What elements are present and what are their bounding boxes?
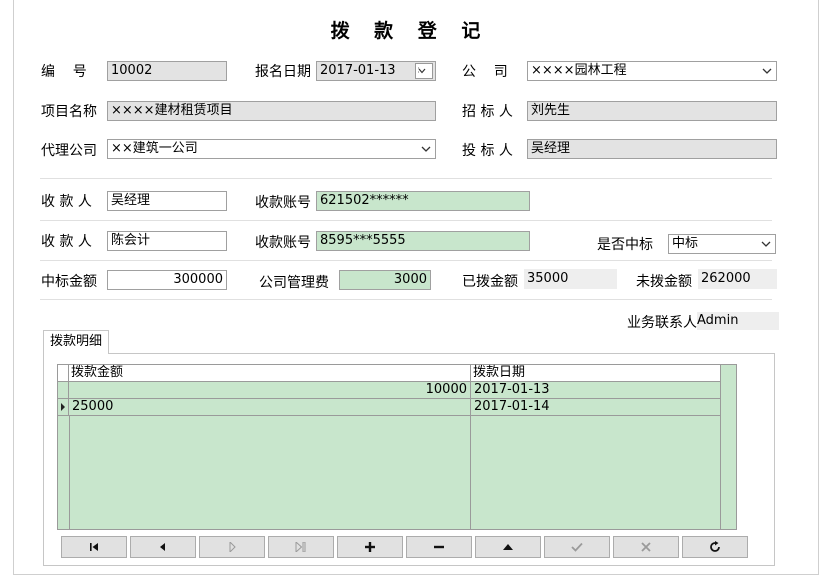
gongsi-label: 公 司 xyxy=(462,64,508,80)
cancel-record-button[interactable] xyxy=(613,536,679,558)
shoukuan1-label: 收 款 人 xyxy=(41,194,92,210)
divider xyxy=(40,260,772,261)
row-indicator[interactable] xyxy=(58,382,69,399)
data-grid[interactable]: 拨款金额 拨款日期 10000 2017-01-13 25000 2017-01… xyxy=(57,364,737,530)
next-record-button[interactable] xyxy=(199,536,265,558)
zhanghao1-label: 收款账号 xyxy=(255,195,311,211)
zhanghao1-field[interactable]: 621502****** xyxy=(316,191,530,211)
last-icon xyxy=(295,542,306,552)
first-icon xyxy=(90,543,98,551)
delete-icon xyxy=(434,545,444,549)
daili-label: 代理公司 xyxy=(41,143,97,159)
zhanghao2-label: 收款账号 xyxy=(255,235,311,251)
table-cell-date[interactable]: 2017-01-14 xyxy=(471,399,721,416)
chevron-down-icon xyxy=(759,237,773,251)
lianxiren-value: Admin xyxy=(697,312,779,330)
baoming-date-value: 2017-01-13 xyxy=(320,63,396,78)
divider xyxy=(40,299,772,300)
tab-bokuan-mingxi[interactable]: 拨款明细 xyxy=(43,330,109,354)
shoukuan2-label: 收 款 人 xyxy=(41,234,92,250)
refresh-record-button[interactable] xyxy=(682,536,748,558)
toubiao-field[interactable]: 吴经理 xyxy=(527,139,777,159)
zhongbiao-amt-field[interactable]: 300000 xyxy=(107,270,227,290)
date-dropdown-icon[interactable] xyxy=(415,63,433,79)
daili-select[interactable]: ××建筑一公司 xyxy=(107,139,436,159)
table-cell-date[interactable]: 2017-01-13 xyxy=(471,382,721,399)
shoukuan2-field[interactable]: 陈会计 xyxy=(107,231,227,251)
yibo-value: 35000 xyxy=(524,269,617,289)
post-record-button[interactable] xyxy=(544,536,610,558)
post-icon xyxy=(571,542,583,552)
weibo-label: 未拨金额 xyxy=(636,274,692,290)
insert-record-button[interactable] xyxy=(337,536,403,558)
gongsi-value: ××××园林工程 xyxy=(531,63,627,78)
zhongbiao-q-label: 是否中标 xyxy=(597,237,653,253)
page-title: 拨 款 登 记 xyxy=(330,20,490,42)
zhongbiao-amt-label: 中标金额 xyxy=(41,274,97,290)
next-icon xyxy=(229,542,236,552)
column-header-amount[interactable]: 拨款金额 xyxy=(69,365,471,382)
bianhao-field[interactable]: 10002 xyxy=(107,61,227,81)
prev-record-button[interactable] xyxy=(130,536,196,558)
last-record-button[interactable] xyxy=(268,536,334,558)
chevron-down-icon xyxy=(760,64,774,78)
zhanghao2-field[interactable]: 8595***5555 xyxy=(316,231,530,251)
row-indicator[interactable] xyxy=(58,399,69,416)
zhaobiao-label: 招 标 人 xyxy=(462,104,513,120)
shoukuan1-field[interactable]: 吴经理 xyxy=(107,191,227,211)
toubiao-label: 投 标 人 xyxy=(462,143,513,159)
first-record-button[interactable] xyxy=(61,536,127,558)
edit-icon xyxy=(503,544,513,550)
baoming-date-label: 报名日期 xyxy=(255,64,311,80)
grid-col-line xyxy=(69,416,70,529)
prev-icon xyxy=(160,543,165,551)
zhaobiao-field[interactable]: 刘先生 xyxy=(527,101,777,121)
column-header-date[interactable]: 拨款日期 xyxy=(471,365,721,382)
table-cell-amount[interactable]: 10000 xyxy=(69,382,471,399)
delete-record-button[interactable] xyxy=(406,536,472,558)
grid-col-line xyxy=(720,365,721,529)
xiangmu-label: 项目名称 xyxy=(41,104,97,120)
yibo-label: 已拨金额 xyxy=(462,274,518,290)
gongsi-select[interactable]: ××××园林工程 xyxy=(527,61,777,81)
chevron-down-icon xyxy=(419,142,433,156)
divider xyxy=(40,220,772,221)
insert-icon xyxy=(365,542,375,552)
zhongbiao-select[interactable]: 中标 xyxy=(668,234,776,254)
grid-corner xyxy=(58,365,69,382)
table-cell-amount[interactable]: 25000 xyxy=(69,399,471,416)
lianxiren-label: 业务联系人 xyxy=(627,315,697,331)
cancel-icon xyxy=(641,542,651,552)
baoming-date-picker[interactable]: 2017-01-13 xyxy=(316,61,436,81)
edit-record-button[interactable] xyxy=(475,536,541,558)
current-row-icon xyxy=(61,403,65,411)
grid-col-line xyxy=(470,416,471,529)
guanli-fee-field[interactable]: 3000 xyxy=(339,270,431,290)
daili-value: ××建筑一公司 xyxy=(111,141,198,156)
divider xyxy=(40,178,772,179)
zhongbiao-value: 中标 xyxy=(672,236,699,251)
refresh-icon xyxy=(710,541,720,552)
weibo-value: 262000 xyxy=(698,269,777,289)
xiangmu-field[interactable]: ××××建材租赁项目 xyxy=(107,101,436,121)
bianhao-label: 编 号 xyxy=(41,64,87,80)
guanli-fee-label: 公司管理费 xyxy=(259,275,329,291)
